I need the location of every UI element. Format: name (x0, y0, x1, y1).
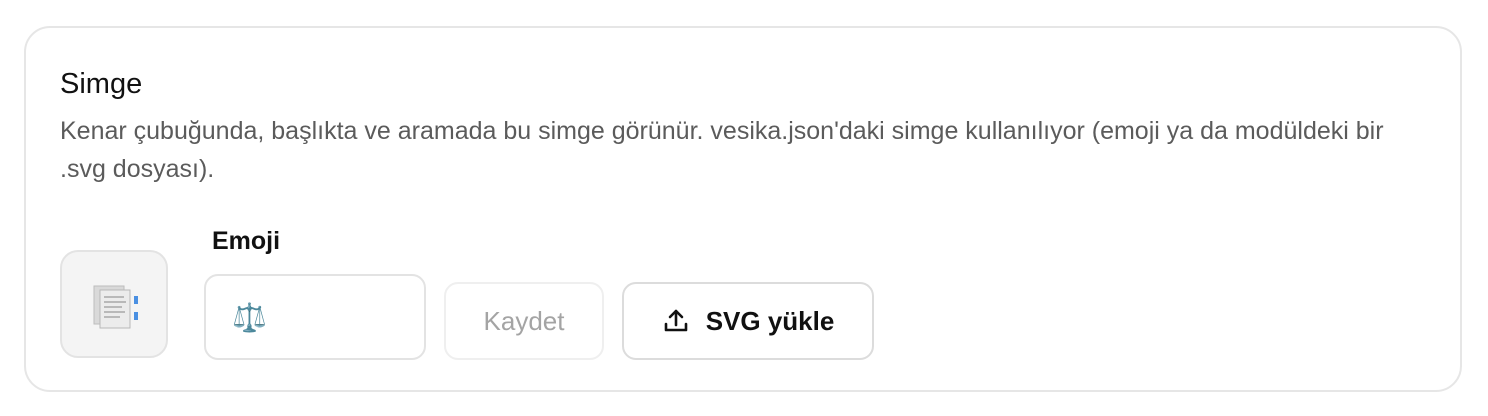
upload-svg-button[interactable]: SVG yükle (622, 282, 874, 360)
upload-button-label: SVG yükle (705, 305, 835, 336)
save-button[interactable]: Kaydet (444, 282, 604, 360)
document-icon (93, 285, 138, 329)
section-title: Simge (60, 68, 143, 100)
emoji-input[interactable] (204, 274, 426, 360)
upload-icon (664, 309, 687, 332)
icon-preview (60, 250, 168, 358)
save-button-label: Kaydet (483, 305, 565, 336)
emoji-field-label: Emoji (212, 227, 281, 255)
icon-settings-card: Simge Kenar çubuğunda, başlıkta ve arama… (24, 26, 1462, 392)
section-description: Kenar çubuğunda, başlıkta ve aramada bu … (60, 117, 1384, 183)
